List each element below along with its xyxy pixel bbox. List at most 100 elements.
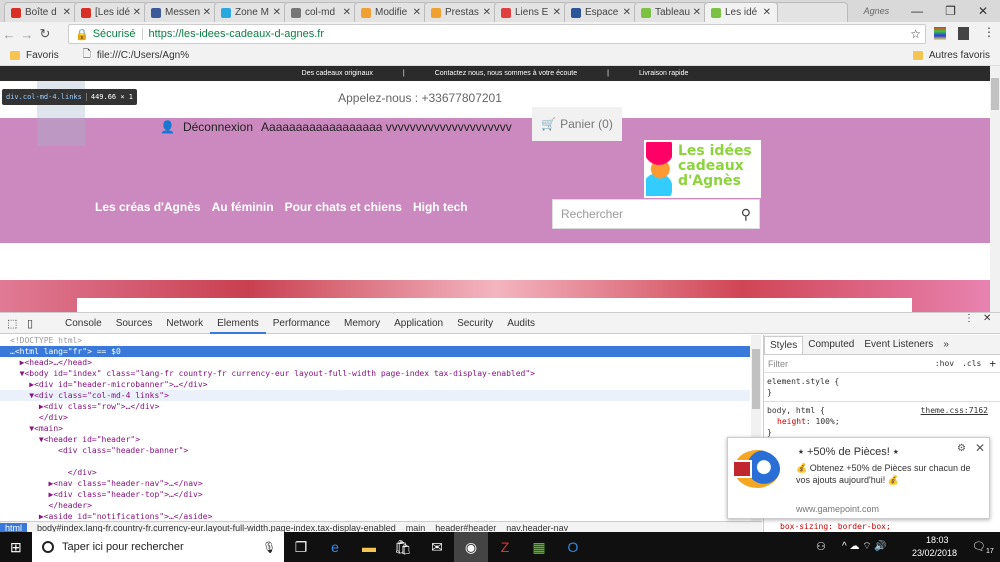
clock-time[interactable]: 18:03 [926, 535, 949, 545]
rule-source-link[interactable]: theme.css:7162 [921, 405, 988, 416]
dom-node[interactable]: ▼<div class="col-md-4 links"> [0, 390, 750, 401]
dom-node[interactable]: </div> [0, 412, 750, 423]
people-icon[interactable]: ⚇ [816, 540, 826, 553]
browser-tab[interactable]: Espace ✕ [564, 2, 638, 22]
devtools-tab-security[interactable]: Security [450, 313, 500, 334]
store-icon[interactable]: 🛍 [386, 532, 420, 562]
breadcrumb-item[interactable]: html [0, 522, 28, 533]
chrome-icon[interactable]: ◉ [454, 532, 488, 562]
bookmark-other[interactable]: Autres favoris [929, 50, 990, 61]
styles-tab[interactable]: » [938, 339, 954, 350]
close-window-button[interactable]: ✕ [978, 4, 988, 18]
new-tab-button[interactable] [774, 2, 848, 22]
dom-node[interactable]: ▶<div class="row">…</div> [0, 401, 750, 412]
bookmark-file[interactable]: file:///C:/Users/Agn% [97, 50, 189, 61]
extension-icon[interactable] [934, 27, 946, 40]
page-scrollbar[interactable] [990, 66, 1000, 312]
close-devtools-icon[interactable]: ✕ [983, 313, 991, 324]
maximize-button[interactable]: ❐ [945, 4, 956, 18]
filter-input[interactable]: Filter [768, 359, 927, 369]
browser-tab[interactable]: Messen ✕ [144, 2, 218, 22]
styles-tab[interactable]: Computed [803, 339, 859, 350]
dom-node[interactable]: ▼<body id="index" class="lang-fr country… [0, 368, 750, 379]
more-options-icon[interactable]: ⋮ [964, 313, 974, 324]
close-tab-icon[interactable]: ✕ [203, 7, 211, 18]
add-rule-button[interactable]: + [989, 357, 996, 370]
close-tab-icon[interactable]: ✕ [483, 7, 491, 18]
browser-tab[interactable]: Prestas ✕ [424, 2, 498, 22]
hov-toggle[interactable]: :hov [935, 359, 954, 368]
cart-button[interactable]: 🛒 Panier (0) [532, 107, 622, 141]
profile-name[interactable]: Agnes [864, 6, 890, 16]
url-bar[interactable]: 🔒 Sécurisé https://les-idees-cadeaux-d-a… [68, 24, 926, 44]
device-toggle-icon[interactable]: ▯ [27, 317, 33, 330]
rule-selector[interactable]: element.style { [767, 376, 997, 387]
search-input[interactable]: Rechercher ⚲ [552, 199, 760, 229]
close-tab-icon[interactable]: ✕ [343, 7, 351, 18]
breadcrumb-item[interactable]: main [406, 523, 426, 533]
menu-item[interactable]: High tech [413, 200, 468, 214]
close-tab-icon[interactable]: ✕ [693, 7, 701, 18]
dom-node[interactable]: <div class="header-banner"> [0, 445, 750, 456]
dom-node[interactable]: ▶<nav class="header-nav">…</nav> [0, 478, 750, 489]
devtools-tab-audits[interactable]: Audits [500, 313, 542, 334]
edge-icon[interactable]: e [318, 532, 352, 562]
mail-icon[interactable]: ✉ [420, 532, 454, 562]
breadcrumb-item[interactable]: body#index.lang-fr.country-fr.currency-e… [37, 523, 396, 533]
reload-button[interactable]: ↻ [36, 26, 54, 42]
menu-item[interactable]: Pour chats et chiens [285, 200, 402, 214]
close-tab-icon[interactable]: ✕ [133, 7, 141, 18]
username-link[interactable]: Aaaaaaaaaaaaaaaaaa vvvvvvvvvvvvvvvvvvvvv [261, 120, 512, 134]
elements-tree[interactable]: <!DOCTYPE html> …<html lang="fr"> == $0 ▶… [0, 335, 750, 521]
task-view-icon[interactable]: ❐ [284, 532, 318, 562]
outlook-icon[interactable]: O [556, 532, 590, 562]
breadcrumb-item[interactable]: nav.header-nav [506, 523, 568, 533]
cls-toggle[interactable]: .cls [962, 359, 981, 368]
styles-tab[interactable]: Styles [764, 335, 804, 354]
close-tab-icon[interactable]: ✕ [553, 7, 561, 18]
dom-node[interactable]: ▶<head>…</head> [0, 357, 750, 368]
file-explorer-icon[interactable]: ▬ [352, 532, 386, 562]
notification-toast[interactable]: ⭑ +50% de Pièces! ⭑ 💰 Obtenez +50% de Pi… [727, 437, 990, 519]
search-icon[interactable]: ⚲ [741, 206, 751, 223]
browser-tab[interactable]: col-md ✕ [284, 2, 358, 22]
dom-node[interactable]: …<html lang="fr"> == $0 [0, 346, 750, 357]
browser-tab[interactable]: Tableau ✕ [634, 2, 708, 22]
tray-icons[interactable]: ^ ☁ ⌔ 🔊 [842, 540, 887, 553]
dom-node[interactable]: ▼<header id="header"> [0, 434, 750, 445]
back-button[interactable]: ← [0, 27, 18, 42]
action-center-icon[interactable]: 🗨17 [972, 540, 994, 555]
settings-gear-icon[interactable]: ⚙ [957, 443, 966, 454]
devtools-tab-memory[interactable]: Memory [337, 313, 387, 334]
minimize-button[interactable]: — [911, 4, 923, 18]
close-tab-icon[interactable]: ✕ [63, 7, 71, 18]
windows-start-icon[interactable]: ⊞ [10, 539, 22, 556]
filezilla-icon[interactable]: Z [488, 532, 522, 562]
dom-node[interactable]: <!DOCTYPE html> [0, 335, 750, 346]
devtools-tab-performance[interactable]: Performance [266, 313, 337, 334]
styles-tab[interactable]: Event Listeners [859, 339, 938, 350]
taskbar-search[interactable]: Taper ici pour rechercher 🎙 [32, 532, 284, 562]
devtools-tab-network[interactable]: Network [159, 313, 210, 334]
browser-tab[interactable]: Boîte d ✕ [4, 2, 78, 22]
devtools-tab-console[interactable]: Console [58, 313, 109, 334]
menu-icon[interactable]: ⋮ [983, 25, 995, 39]
bookmark-favoris[interactable]: Favoris [26, 50, 59, 61]
menu-item[interactable]: Les créas d'Agnès [95, 200, 201, 214]
spreadsheet-icon[interactable]: ▦ [522, 532, 556, 562]
dom-node[interactable]: </header> [0, 500, 750, 511]
close-notification-icon[interactable]: ✕ [975, 441, 985, 455]
dom-node[interactable]: </div> [0, 467, 750, 478]
browser-tab[interactable]: Les idé ✕ [704, 2, 778, 22]
css-value[interactable]: 100%; [816, 417, 840, 426]
dom-node[interactable]: ▼<main> [0, 423, 750, 434]
microphone-icon[interactable]: 🎙 [262, 541, 276, 554]
breadcrumb-item[interactable]: header#header [435, 523, 496, 533]
close-tab-icon[interactable]: ✕ [273, 7, 281, 18]
extension-icon[interactable] [958, 27, 969, 40]
close-tab-icon[interactable]: ✕ [623, 7, 631, 18]
dom-node[interactable]: ▶<div id="header-microbanner">…</div> [0, 379, 750, 390]
logout-link[interactable]: Déconnexion [183, 120, 253, 134]
browser-tab[interactable]: Zone M ✕ [214, 2, 288, 22]
close-tab-icon[interactable]: ✕ [763, 7, 771, 18]
